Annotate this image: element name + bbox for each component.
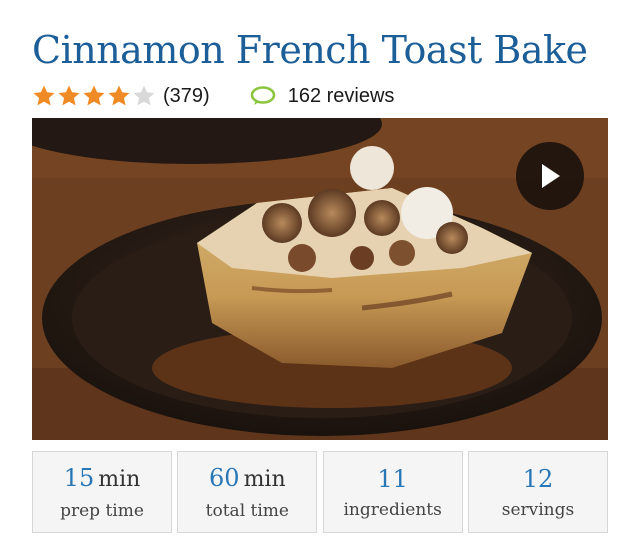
- play-icon: [542, 164, 560, 188]
- reviews-count: 162 reviews: [287, 84, 395, 107]
- star-filled-icon: [58, 85, 80, 106]
- stat-value: 60: [209, 464, 240, 492]
- stat-value: 11: [377, 465, 408, 493]
- play-video-button[interactable]: [516, 142, 584, 210]
- stat-label: ingredients: [343, 500, 442, 520]
- star-filled-icon: [33, 85, 55, 106]
- recipe-stats: 15 min prep time 60 min total time 11 ingr…: [32, 451, 608, 535]
- star-filled-icon: [108, 85, 130, 106]
- reviews-link[interactable]: 162 reviews: [250, 84, 395, 108]
- stat-prep-time: 15 min prep time: [32, 451, 172, 533]
- stat-label: servings: [501, 500, 575, 520]
- stat-unit: min: [98, 467, 141, 492]
- recipe-photo[interactable]: [32, 118, 608, 440]
- rating-row: (379) 162 reviews: [32, 82, 394, 110]
- stat-servings[interactable]: 12 servings: [467, 451, 608, 533]
- stat-ingredients[interactable]: 11 ingredients: [322, 451, 463, 533]
- star-filled-icon: [83, 85, 105, 106]
- stat-unit: min: [243, 467, 286, 492]
- star-rating[interactable]: [32, 84, 157, 108]
- stat-label: prep time: [60, 501, 144, 521]
- speech-bubble-icon: [250, 86, 276, 105]
- recipe-title: Cinnamon French Toast Bake: [32, 28, 588, 72]
- stat-label: total time: [205, 501, 289, 521]
- stat-value: 12: [522, 465, 554, 493]
- stat-total-time: 60 min total time: [177, 451, 318, 533]
- star-empty-icon: [133, 85, 155, 106]
- stat-value: 15: [63, 464, 95, 492]
- rating-count[interactable]: (379): [163, 85, 210, 108]
